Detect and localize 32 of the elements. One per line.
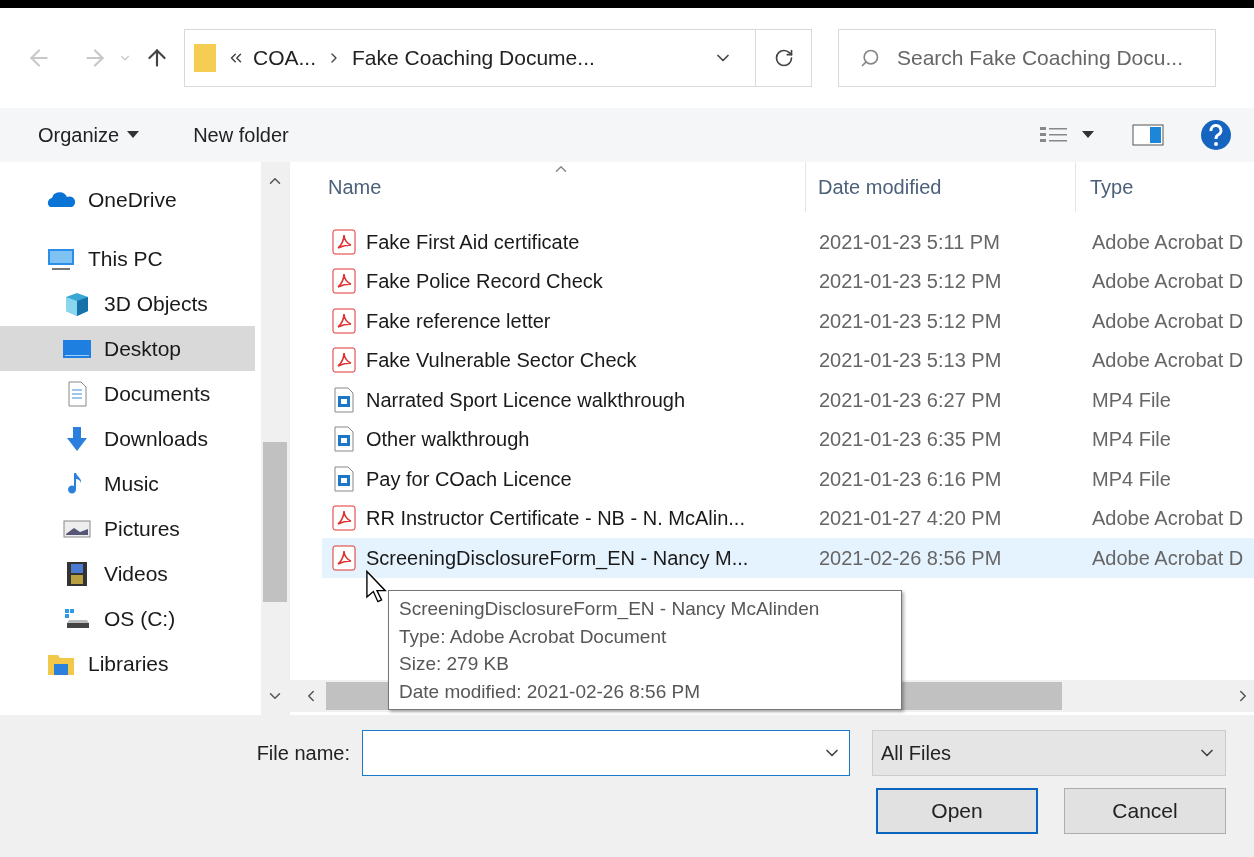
file-name: RR Instructor Certificate - NB - N. McAlin...	[366, 506, 745, 532]
date-modified: 2021-01-27 4:20 PM	[818, 506, 1003, 532]
date-modified: 2021-01-23 6:27 PM	[818, 387, 1003, 413]
tooltip-line: ScreeningDisclosureForm_EN - Nancy McAlinden	[399, 597, 820, 622]
file-name: Fake First Aid certificate	[366, 229, 580, 255]
file-name: Narrated Sport Licence walkthrough	[366, 387, 686, 413]
tooltip-line: Type: Adobe Acrobat Document	[399, 624, 667, 649]
file-name-label: File name:	[255, 741, 350, 766]
file-type: MP4 File	[1091, 387, 1172, 413]
file-type: MP4 File	[1091, 427, 1172, 453]
file-type: Adobe Acrobat D	[1091, 348, 1245, 374]
file-type: Adobe Acrobat D	[1091, 308, 1245, 334]
file-name: ScreeningDisclosureForm_EN - Nancy M...	[366, 545, 749, 572]
file-name: Pay for COach Licence	[366, 466, 572, 492]
date-modified: 2021-01-23 5:11 PM	[818, 229, 1001, 255]
file-type: Adobe Acrobat D	[1091, 229, 1245, 255]
file-name: Other walkthrough	[366, 427, 530, 453]
file-name: Fake Police Record Check	[366, 269, 603, 295]
file-type: Adobe Acrobat D	[1091, 269, 1245, 295]
file-type: Adobe Acrobat D	[1091, 545, 1245, 571]
date-modified: 2021-01-23 6:16 PM	[818, 466, 1003, 492]
file-name: Fake reference letter	[366, 308, 551, 334]
date-modified: 2021-01-23 5:13 PM	[818, 348, 1003, 374]
tooltip-line: Size: 279 KB	[399, 652, 509, 676]
file-name: Fake Vulnerable Sector Check	[366, 348, 637, 374]
date-modified: 2021-01-23 5:12 PM	[818, 308, 1003, 334]
file-type: MP4 File	[1091, 466, 1172, 492]
date-modified: 2021-01-23 5:12 PM	[818, 269, 1003, 295]
date-modified: 2021-02-26 8:56 PM	[818, 545, 1003, 571]
date-modified: 2021-01-23 6:35 PM	[818, 427, 1003, 453]
tooltip-line: Date modified: 2021-02-26 8:56 PM	[399, 679, 700, 704]
file-type: Adobe Acrobat D	[1091, 506, 1245, 532]
